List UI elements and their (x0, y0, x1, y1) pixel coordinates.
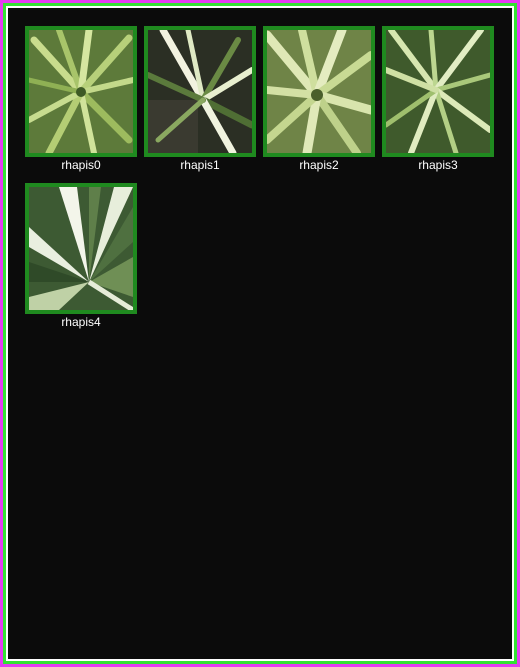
palm-leaves-image (386, 30, 490, 153)
thumbnail-image[interactable] (263, 26, 375, 157)
palm-leaves-image (267, 30, 371, 153)
thumbnail-rhapis0[interactable]: rhapis0 (25, 26, 137, 178)
thumbnail-image[interactable] (25, 26, 137, 157)
palm-leaves-image (29, 187, 133, 310)
palm-leaves-image (29, 30, 133, 153)
thumbnail-rhapis2[interactable]: rhapis2 (263, 26, 375, 178)
thumbnail-caption[interactable]: rhapis4 (25, 314, 137, 330)
thumbnail-rhapis1[interactable]: rhapis1 (144, 26, 256, 178)
thumbnail-image[interactable] (25, 183, 137, 314)
thumbnail-image[interactable] (144, 26, 256, 157)
thumbnail-caption[interactable]: rhapis1 (144, 157, 256, 173)
thumbnail-rhapis3[interactable]: rhapis3 (382, 26, 494, 178)
palm-leaves-image (148, 30, 252, 153)
thumbnail-image[interactable] (382, 26, 494, 157)
thumbnail-caption[interactable]: rhapis2 (263, 157, 375, 173)
thumbnail-caption[interactable]: rhapis3 (382, 157, 494, 173)
thumbnail-rhapis4[interactable]: rhapis4 (25, 183, 137, 335)
gallery-panel: rhapis0 rhapis1 rhapis2 rhapis3 rhapis4 (6, 6, 514, 661)
thumbnail-caption[interactable]: rhapis0 (25, 157, 137, 173)
